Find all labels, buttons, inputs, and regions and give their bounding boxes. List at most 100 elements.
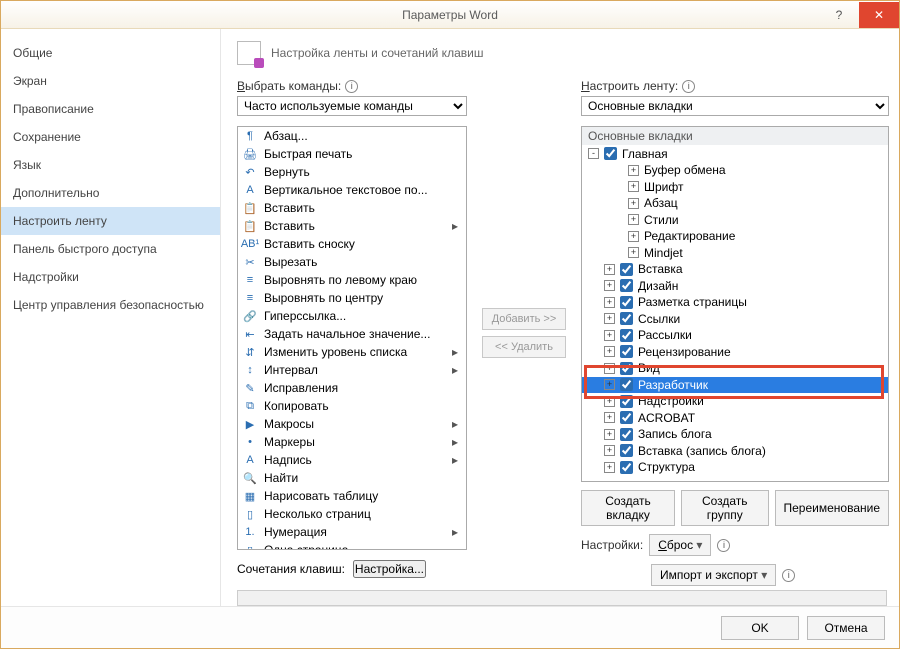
tree-node[interactable]: +Рассылки: [582, 327, 888, 343]
expand-icon[interactable]: +: [604, 346, 615, 357]
new-tab-button[interactable]: Создать вкладку: [581, 490, 675, 526]
command-item[interactable]: •Маркеры▸: [238, 433, 466, 451]
command-item[interactable]: AB¹Вставить сноску: [238, 235, 466, 253]
expand-icon[interactable]: +: [628, 181, 639, 192]
expand-icon[interactable]: +: [604, 363, 615, 374]
remove-button[interactable]: << Удалить: [482, 336, 566, 358]
command-item[interactable]: ↕Интервал▸: [238, 361, 466, 379]
tree-node[interactable]: +Mindjet: [582, 245, 888, 261]
command-item[interactable]: ▯Одна страница: [238, 541, 466, 550]
expand-icon[interactable]: +: [604, 396, 615, 407]
tree-node[interactable]: +Рецензирование: [582, 344, 888, 360]
expand-icon[interactable]: +: [604, 429, 615, 440]
add-button[interactable]: Добавить >>: [482, 308, 566, 330]
tree-checkbox[interactable]: [620, 263, 633, 276]
tree-node[interactable]: +Абзац: [582, 195, 888, 211]
command-item[interactable]: 🖨Быстрая печать: [238, 145, 466, 163]
command-item[interactable]: ▶Макросы▸: [238, 415, 466, 433]
info-icon[interactable]: i: [682, 80, 695, 93]
command-item[interactable]: ✎Исправления: [238, 379, 466, 397]
tree-node[interactable]: +Разметка страницы: [582, 294, 888, 310]
help-button[interactable]: ?: [819, 2, 859, 28]
sidebar-item[interactable]: Язык: [1, 151, 220, 179]
sidebar-item[interactable]: Экран: [1, 67, 220, 95]
sidebar-item[interactable]: Дополнительно: [1, 179, 220, 207]
expand-icon[interactable]: +: [628, 247, 639, 258]
expand-icon[interactable]: +: [604, 445, 615, 456]
tree-node[interactable]: +Стили: [582, 212, 888, 228]
tree-node[interactable]: +Вставка (запись блога): [582, 443, 888, 459]
sidebar-item[interactable]: Панель быстрого доступа: [1, 235, 220, 263]
ok-button[interactable]: OK: [721, 616, 799, 640]
tree-checkbox[interactable]: [620, 395, 633, 408]
close-button[interactable]: ✕: [859, 2, 899, 28]
expand-icon[interactable]: +: [628, 214, 639, 225]
sidebar-item[interactable]: Настроить ленту: [1, 207, 220, 235]
expand-icon[interactable]: +: [604, 313, 615, 324]
command-item[interactable]: 🔍Найти: [238, 469, 466, 487]
sidebar-item[interactable]: Центр управления безопасностью: [1, 291, 220, 319]
tree-checkbox[interactable]: [620, 312, 633, 325]
rename-button[interactable]: Переименование: [775, 490, 890, 526]
sidebar-item[interactable]: Правописание: [1, 95, 220, 123]
tree-checkbox[interactable]: [620, 461, 633, 474]
expand-icon[interactable]: +: [604, 379, 615, 390]
tree-checkbox[interactable]: [620, 362, 633, 375]
tree-checkbox[interactable]: [620, 411, 633, 424]
reset-button[interactable]: Сброс: [649, 534, 711, 556]
tree-checkbox[interactable]: [620, 329, 633, 342]
tree-node[interactable]: +Буфер обмена: [582, 162, 888, 178]
command-item[interactable]: AНадпись▸: [238, 451, 466, 469]
tree-node[interactable]: +Ссылки: [582, 311, 888, 327]
ribbon-tree[interactable]: Основные вкладки -Главная+Буфер обмена+Ш…: [581, 126, 889, 482]
tree-node[interactable]: +Разработчик: [582, 377, 888, 393]
command-item[interactable]: ⧉Копировать: [238, 397, 466, 415]
tree-checkbox[interactable]: [620, 428, 633, 441]
collapse-icon[interactable]: -: [588, 148, 599, 159]
expand-icon[interactable]: +: [628, 231, 639, 242]
command-item[interactable]: 1.Нумерация▸: [238, 523, 466, 541]
tree-node[interactable]: -Главная: [582, 146, 888, 162]
import-export-button[interactable]: Импорт и экспорт: [651, 564, 776, 586]
tree-node[interactable]: +Вид: [582, 360, 888, 376]
expand-icon[interactable]: +: [604, 264, 615, 275]
cancel-button[interactable]: Отмена: [807, 616, 885, 640]
horizontal-scrollbar[interactable]: [237, 590, 887, 606]
tree-checkbox[interactable]: [604, 147, 617, 160]
command-item[interactable]: ✂Вырезать: [238, 253, 466, 271]
command-item[interactable]: ▦Нарисовать таблицу: [238, 487, 466, 505]
info-icon[interactable]: i: [782, 569, 795, 582]
tree-checkbox[interactable]: [620, 279, 633, 292]
tree-node[interactable]: +Дизайн: [582, 278, 888, 294]
command-item[interactable]: ¶Абзац...: [238, 127, 466, 145]
sidebar-item[interactable]: Общие: [1, 39, 220, 67]
expand-icon[interactable]: +: [604, 330, 615, 341]
info-icon[interactable]: i: [717, 539, 730, 552]
command-item[interactable]: 📋Вставить: [238, 199, 466, 217]
command-item[interactable]: ⇤Задать начальное значение...: [238, 325, 466, 343]
command-item[interactable]: 🔗Гиперссылка...: [238, 307, 466, 325]
tree-node[interactable]: +ACROBAT: [582, 410, 888, 426]
info-icon[interactable]: i: [345, 80, 358, 93]
command-item[interactable]: ↶Вернуть: [238, 163, 466, 181]
sidebar-item[interactable]: Сохранение: [1, 123, 220, 151]
command-item[interactable]: ▯Несколько страниц: [238, 505, 466, 523]
command-item[interactable]: ≡Выровнять по левому краю: [238, 271, 466, 289]
expand-icon[interactable]: +: [604, 280, 615, 291]
tree-node[interactable]: +Редактирование: [582, 228, 888, 244]
expand-icon[interactable]: +: [604, 412, 615, 423]
new-group-button[interactable]: Создать группу: [681, 490, 769, 526]
tree-node[interactable]: +Вставка: [582, 261, 888, 277]
command-item[interactable]: ⇵Изменить уровень списка▸: [238, 343, 466, 361]
tree-node[interactable]: +Структура: [582, 459, 888, 475]
tree-checkbox[interactable]: [620, 345, 633, 358]
kbd-customize-button[interactable]: Настройка...: [353, 560, 426, 578]
customize-ribbon-combo[interactable]: Основные вкладки: [581, 96, 889, 116]
commands-listbox[interactable]: ¶Абзац...🖨Быстрая печать↶ВернутьAВертика…: [237, 126, 467, 550]
sidebar-item[interactable]: Надстройки: [1, 263, 220, 291]
tree-node[interactable]: +Надстройки: [582, 393, 888, 409]
expand-icon[interactable]: +: [628, 165, 639, 176]
choose-commands-combo[interactable]: Часто используемые команды: [237, 96, 467, 116]
tree-checkbox[interactable]: [620, 444, 633, 457]
tree-node[interactable]: +Шрифт: [582, 179, 888, 195]
